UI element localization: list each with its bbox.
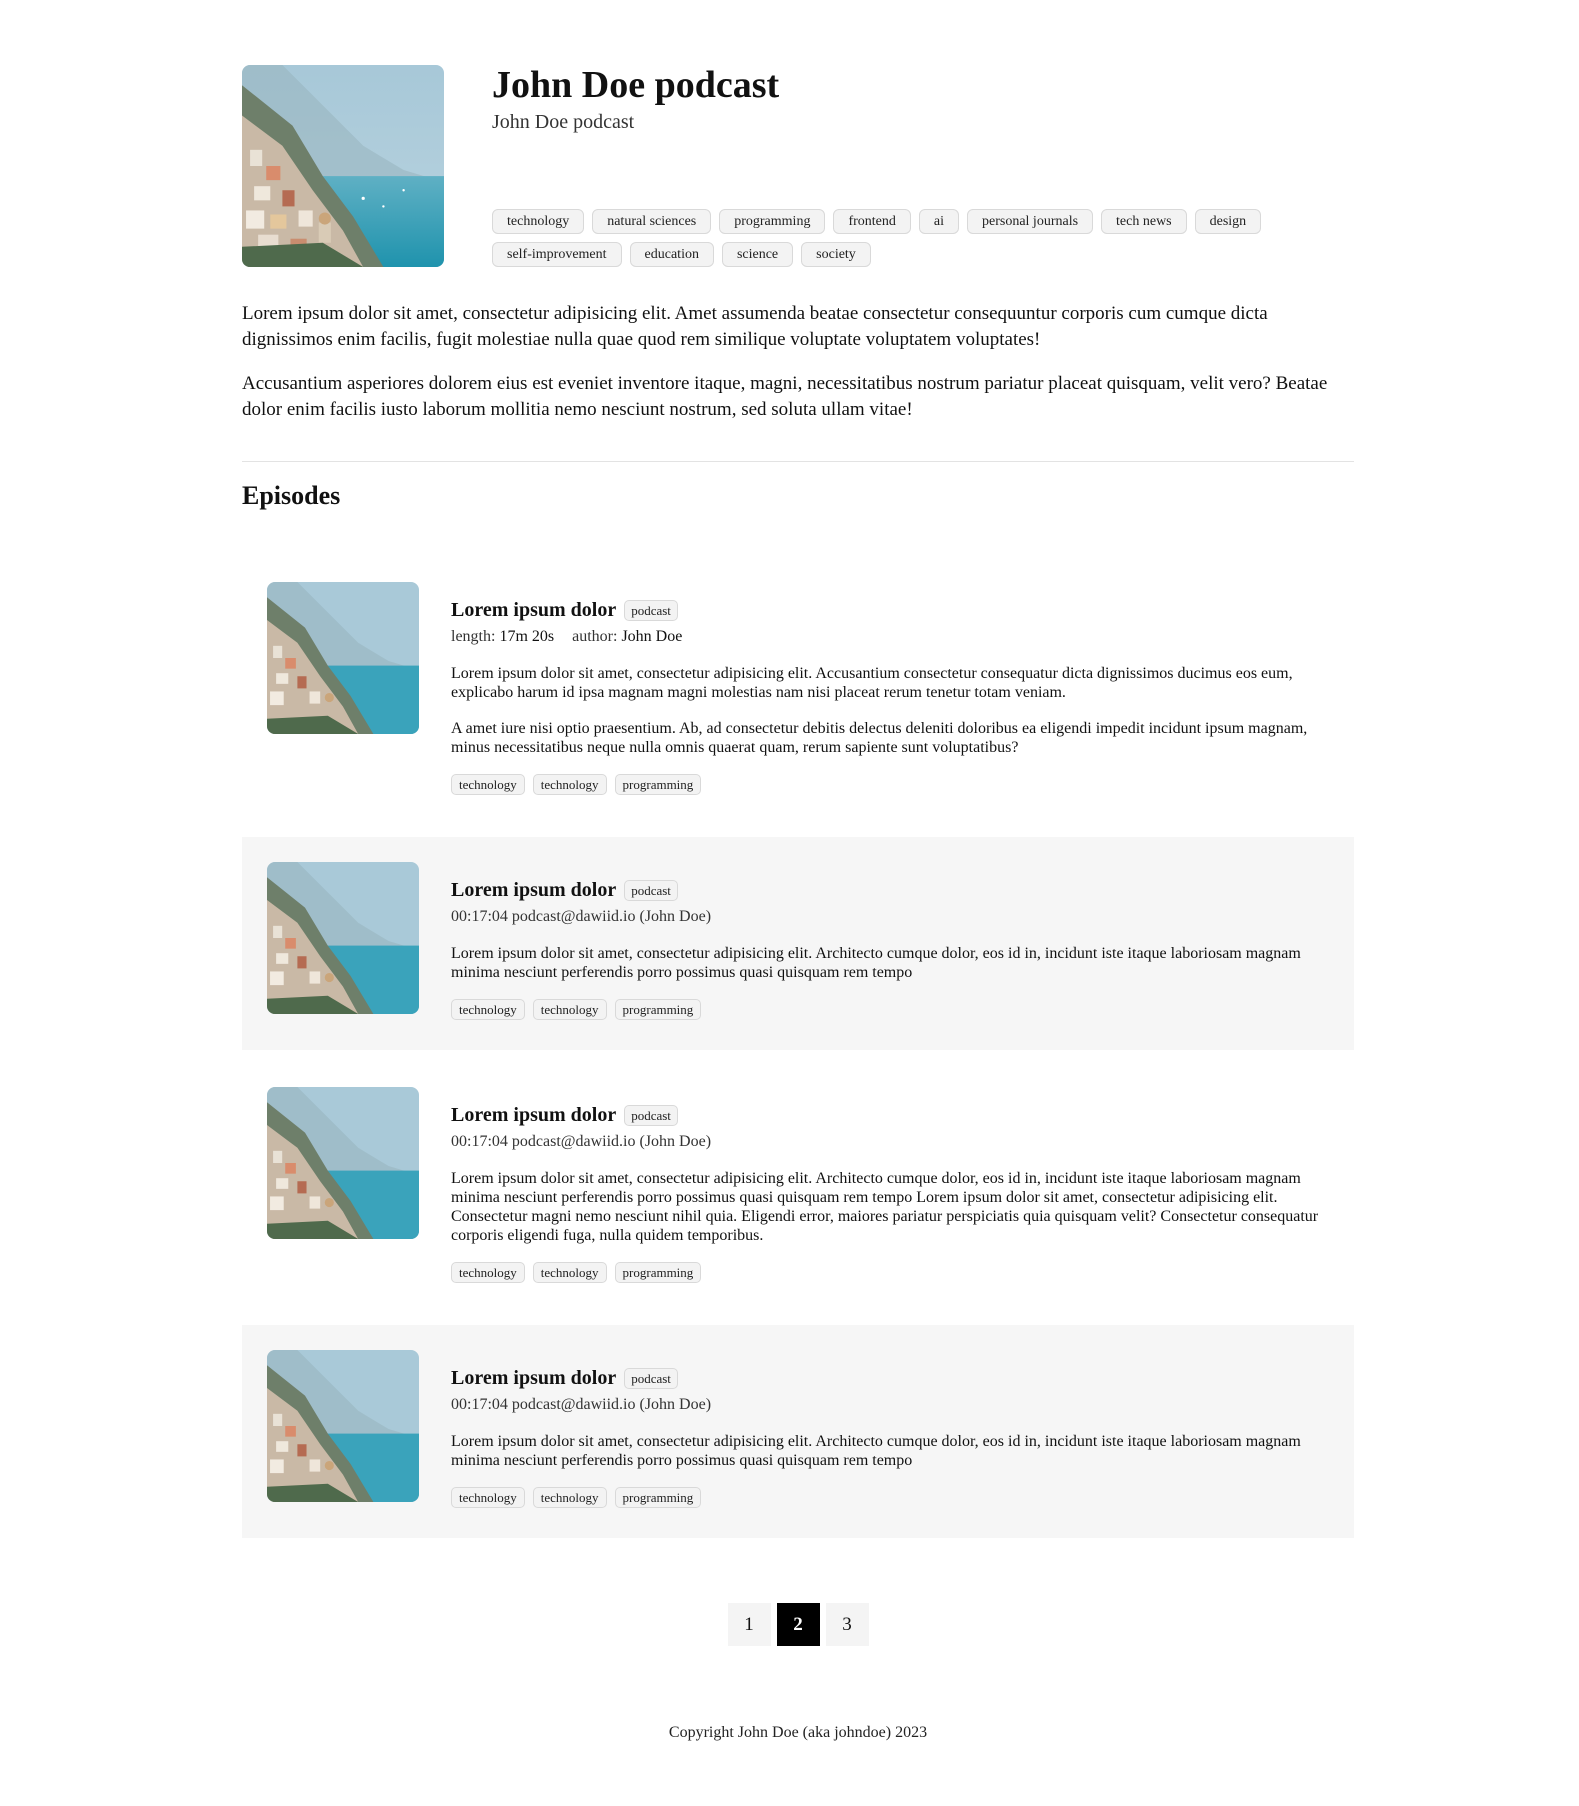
tag-science[interactable]: science (721, 242, 794, 267)
episode-tags: technology technology programming (451, 999, 1329, 1020)
page-button-2-current[interactable]: 2 (776, 1603, 820, 1646)
episode-body: Lorem ipsum dolor podcast length: 17m 20… (451, 582, 1329, 795)
tag-education[interactable]: education (629, 242, 714, 267)
episode-author: John Doe (621, 628, 683, 645)
episode-tag[interactable]: technology (532, 1487, 607, 1508)
episode-tags: technology technology programming (451, 774, 1329, 795)
episode-description: Lorem ipsum dolor sit amet, consectetur … (451, 664, 1329, 757)
episode-meta: 00:17:04 podcast@dawiid.io (John Doe) (451, 1396, 712, 1413)
episode-meta: 00:17:04 podcast@dawiid.io (John Doe) (451, 908, 712, 925)
episode-badge: podcast (624, 599, 678, 621)
tag-tech-news[interactable]: tech news (1101, 209, 1187, 234)
episode-tag[interactable]: programming (614, 1487, 702, 1508)
tag-society[interactable]: society (801, 242, 871, 267)
section-divider (242, 461, 1354, 462)
tag-self-improvement[interactable]: self-improvement (492, 242, 622, 267)
episode-length: 17m 20s (499, 628, 555, 645)
episode-title[interactable]: Lorem ipsum dolor (451, 598, 616, 622)
episode-tag[interactable]: technology (451, 999, 525, 1020)
episode-tag[interactable]: programming (614, 999, 702, 1020)
episode-title[interactable]: Lorem ipsum dolor (451, 1366, 616, 1390)
episode-body: Lorem ipsum dolor podcast 00:17:04 podca… (451, 1350, 1329, 1508)
episode-tag[interactable]: technology (532, 774, 607, 795)
episode-tags: technology technology programming (451, 1487, 1329, 1508)
episode-list: Lorem ipsum dolor podcast length: 17m 20… (242, 557, 1354, 1538)
tag-personal-journals[interactable]: personal journals (967, 209, 1094, 234)
episode-meta: 00:17:04 podcast@dawiid.io (John Doe) (451, 1133, 712, 1150)
episode-body: Lorem ipsum dolor podcast 00:17:04 podca… (451, 862, 1329, 1020)
episode-thumbnail (267, 1087, 419, 1239)
episode-description-paragraph: A amet iure nisi optio praesentium. Ab, … (451, 720, 1308, 756)
podcast-title: John Doe podcast (492, 64, 780, 106)
episode-length-label: length: (451, 628, 496, 645)
episodes-heading: Episodes (242, 481, 341, 510)
podcast-cover-image (242, 65, 444, 267)
episode-meta: length: 17m 20s author: John Doe (451, 627, 1329, 647)
tag-natural-sciences[interactable]: natural sciences (592, 209, 712, 234)
episode-item[interactable]: Lorem ipsum dolor podcast 00:17:04 podca… (242, 1062, 1354, 1313)
episode-badge: podcast (624, 1104, 678, 1126)
podcast-header-info: John Doe podcast John Doe podcast techno… (492, 65, 1354, 267)
episode-description: Lorem ipsum dolor sit amet, consectetur … (451, 944, 1329, 982)
episode-thumbnail (267, 1350, 419, 1502)
episode-tag[interactable]: technology (451, 1487, 525, 1508)
podcast-header: John Doe podcast John Doe podcast techno… (242, 65, 1354, 267)
episode-item[interactable]: Lorem ipsum dolor podcast length: 17m 20… (242, 557, 1354, 825)
episode-title-row: Lorem ipsum dolor podcast (451, 878, 1329, 902)
podcast-description: Lorem ipsum dolor sit amet, consectetur … (242, 301, 1354, 423)
episode-description-paragraph: Lorem ipsum dolor sit amet, consectetur … (451, 1170, 1319, 1244)
episode-tag[interactable]: technology (451, 1262, 525, 1283)
episode-title[interactable]: Lorem ipsum dolor (451, 878, 616, 902)
description-paragraph: Lorem ipsum dolor sit amet, consectetur … (242, 303, 1268, 350)
episode-description: Lorem ipsum dolor sit amet, consectetur … (451, 1432, 1329, 1470)
tag-ai[interactable]: ai (918, 209, 959, 234)
episode-title-row: Lorem ipsum dolor podcast (451, 1103, 1329, 1127)
pagination: 1 2 3 (242, 1603, 1354, 1646)
tag-frontend[interactable]: frontend (833, 209, 911, 234)
tag-technology[interactable]: technology (492, 209, 585, 234)
episode-title[interactable]: Lorem ipsum dolor (451, 1103, 616, 1127)
podcast-tags: technology natural sciences programming … (492, 209, 1352, 267)
podcast-subtitle: John Doe podcast (492, 111, 635, 133)
podcast-page: John Doe podcast John Doe podcast techno… (242, 0, 1354, 1742)
tag-design[interactable]: design (1194, 209, 1262, 234)
tag-programming[interactable]: programming (719, 209, 826, 234)
episode-author-label: author: (572, 628, 618, 645)
episode-title-row: Lorem ipsum dolor podcast (451, 1366, 1329, 1390)
episode-tags: technology technology programming (451, 1262, 1329, 1283)
episode-description-paragraph: Lorem ipsum dolor sit amet, consectetur … (451, 665, 1293, 701)
episode-description: Lorem ipsum dolor sit amet, consectetur … (451, 1169, 1329, 1245)
page-button-1[interactable]: 1 (727, 1603, 771, 1646)
episode-tag[interactable]: technology (451, 774, 525, 795)
episode-item[interactable]: Lorem ipsum dolor podcast 00:17:04 podca… (242, 1325, 1354, 1538)
description-paragraph: Accusantium asperiores dolorem eius est … (242, 373, 1328, 420)
episode-badge: podcast (624, 1367, 678, 1389)
episode-body: Lorem ipsum dolor podcast 00:17:04 podca… (451, 1087, 1329, 1283)
episode-tag[interactable]: programming (614, 774, 702, 795)
episode-title-row: Lorem ipsum dolor podcast (451, 598, 1329, 622)
page-button-3[interactable]: 3 (825, 1603, 869, 1646)
episode-tag[interactable]: technology (532, 999, 607, 1020)
episode-description-paragraph: Lorem ipsum dolor sit amet, consectetur … (451, 945, 1301, 981)
episode-tag[interactable]: programming (614, 1262, 702, 1283)
episode-thumbnail (267, 862, 419, 1014)
episode-item[interactable]: Lorem ipsum dolor podcast 00:17:04 podca… (242, 837, 1354, 1050)
footer-copyright: Copyright John Doe (aka johndoe) 2023 (668, 1724, 928, 1741)
episode-tag[interactable]: technology (532, 1262, 607, 1283)
episode-description-paragraph: Lorem ipsum dolor sit amet, consectetur … (451, 1433, 1301, 1469)
episode-badge: podcast (624, 879, 678, 901)
episode-thumbnail (267, 582, 419, 734)
